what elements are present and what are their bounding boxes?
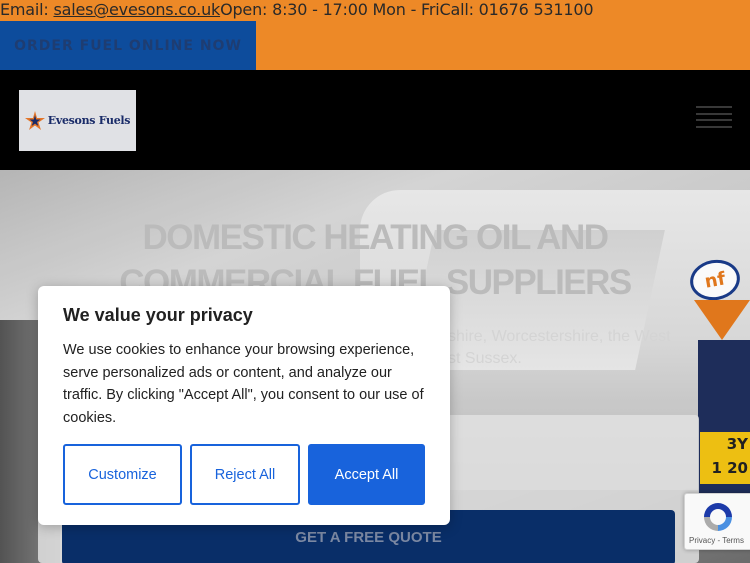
hamburger-icon[interactable] <box>696 106 732 128</box>
truck-orange-stripe <box>694 300 750 340</box>
email-link[interactable]: sales@evesons.co.uk <box>53 0 220 19</box>
contact-line: Email: sales@evesons.co.ukOpen: 8:30 - 1… <box>0 0 594 20</box>
number-plate: 3Y 1 20 <box>700 432 750 484</box>
recaptcha-icon <box>704 503 732 531</box>
logo-text: Evesons Fuels <box>47 114 131 127</box>
star-logo-icon <box>24 110 45 130</box>
site-logo[interactable]: Evesons Fuels <box>19 90 136 151</box>
accept-all-button[interactable]: Accept All <box>308 444 425 505</box>
recaptcha-links[interactable]: Privacy - Terms <box>689 536 744 545</box>
top-bar: Email: sales@evesons.co.ukOpen: 8:30 - 1… <box>0 0 750 70</box>
email-label: Email: <box>0 0 54 19</box>
plate-line-1: 3Y <box>726 435 748 453</box>
hero-title-line-1: DOMESTIC HEATING OIL AND <box>142 218 609 257</box>
opening-hours: Open: 8:30 - 17:00 Mon - Fri <box>220 0 440 19</box>
customize-button[interactable]: Customize <box>63 444 182 505</box>
recaptcha-badge[interactable]: Privacy - Terms <box>684 493 750 550</box>
reject-all-button[interactable]: Reject All <box>190 444 300 505</box>
cookie-title: We value your privacy <box>63 305 253 325</box>
cookie-description: We use cookies to enhance your browsing … <box>63 342 424 426</box>
truck-navy-panel <box>698 340 750 510</box>
plate-line-2: 1 20 <box>711 459 748 477</box>
site-header: Evesons Fuels <box>0 70 750 170</box>
phone-number[interactable]: Call: 01676 531100 <box>440 0 594 19</box>
cookie-consent-dialog: We value your privacy We use cookies to … <box>38 286 450 525</box>
order-fuel-online-button[interactable]: ORDER FUEL ONLINE NOW <box>0 21 256 70</box>
